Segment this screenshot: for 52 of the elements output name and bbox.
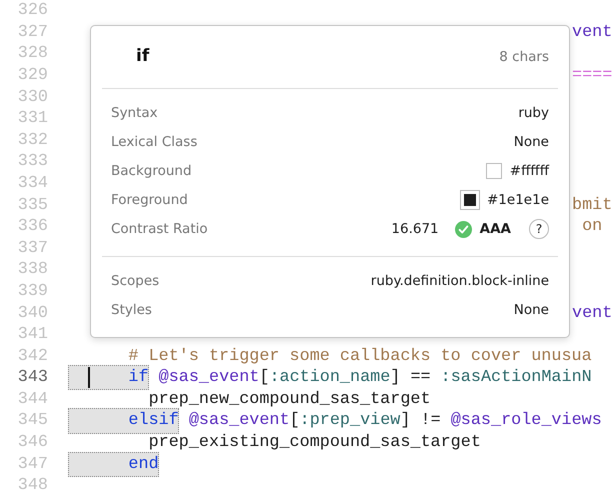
property-label: Syntax — [111, 104, 158, 123]
code-line: prep_existing_compound_sas_target — [148, 432, 481, 454]
line-number: 336 — [16, 216, 48, 238]
property-label: Styles — [111, 300, 152, 320]
code-line: prep_new_compound_sas_target — [148, 388, 431, 411]
property-label: Lexical Class — [111, 132, 198, 152]
property-value: 16.671 — [391, 220, 439, 239]
property-label: Contrast Ratio — [111, 220, 208, 239]
property-label: Background — [111, 162, 192, 181]
property-value: ruby — [518, 104, 549, 123]
line-number: 341 — [16, 324, 48, 346]
code-line: vent — [572, 302, 612, 325]
property-value: None — [514, 132, 549, 152]
line-number: 344 — [16, 388, 48, 411]
help-button[interactable]: ? — [529, 219, 549, 239]
line-number: 342 — [16, 346, 48, 368]
property-value: #ffffff — [510, 162, 549, 181]
line-number: 331 — [16, 108, 48, 130]
line-number: 343 — [16, 367, 48, 390]
line-number: 348 — [16, 475, 48, 498]
line-number: 346 — [16, 432, 48, 454]
line-number: 327 — [16, 22, 48, 44]
code-line: vent — [572, 22, 612, 44]
code-line: on — [581, 216, 602, 238]
code-line: ==== — [572, 64, 612, 87]
check-icon — [454, 220, 472, 238]
property-value: None — [514, 300, 549, 320]
line-number: 326 — [16, 0, 48, 22]
line-number: 328 — [16, 43, 48, 66]
contrast-rating: AAA — [480, 220, 511, 239]
line-number: 329 — [16, 64, 48, 87]
line-number: 333 — [16, 151, 48, 174]
line-number: 337 — [16, 238, 48, 260]
token-name: if — [136, 45, 150, 68]
code-line: # Let's trigger some callbacks to cover unusua — [127, 346, 592, 368]
code-line: elsif @sas_event[:prep_view] != @sas_role_views — [68, 408, 602, 434]
line-number: 334 — [16, 172, 48, 195]
line-number: 338 — [16, 259, 48, 282]
property-value: #1e1e1e — [487, 190, 549, 210]
line-number: 347 — [16, 454, 48, 476]
line-number: 332 — [16, 130, 48, 152]
property-value: ruby.definition.block-inline — [370, 272, 549, 291]
line-number: 339 — [16, 280, 48, 303]
code-line: bmit — [572, 194, 612, 217]
code-line: if @sas_event[:action_name] == :sasActionMainN — [68, 365, 592, 390]
char-count: 8 chars — [499, 48, 549, 67]
line-number: 340 — [16, 302, 48, 325]
line-number: 345 — [16, 410, 48, 432]
line-number: 330 — [16, 86, 48, 109]
property-label: Scopes — [111, 272, 160, 291]
property-label: Foreground — [111, 190, 188, 210]
line-number: 335 — [16, 194, 48, 217]
